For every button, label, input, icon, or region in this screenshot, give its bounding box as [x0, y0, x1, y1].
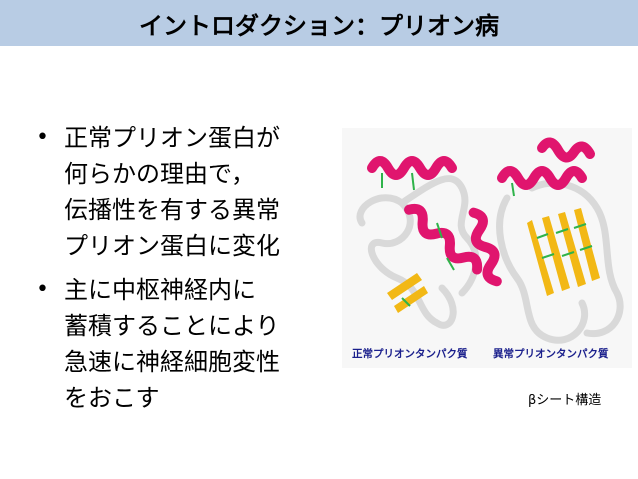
bullet-2-line-3: 急速に神経細胞変性 — [64, 348, 280, 376]
bullet-item-2: • 主に中枢神経内に 蓄積することにより 急速に神経細胞変性 をおこす — [36, 272, 336, 416]
bullet-item-1: • 正常プリオン蛋白が 何らかの理由で， 伝播性を有する異常 プリオン蛋白に変化 — [36, 120, 336, 264]
bullet-marker: • — [36, 125, 49, 150]
abnormal-helix-2 — [537, 137, 595, 163]
normal-helix-1 — [367, 156, 457, 180]
bullet-2-line-2: 蓄積することにより — [64, 312, 280, 340]
caption-abnormal-prion: 異常プリオンタンパク質 — [493, 348, 609, 360]
abnormal-prion-structure — [496, 137, 624, 344]
slide-title: イントロダクション：プリオン病 — [139, 11, 499, 40]
caption-normal-prion: 正常プリオンタンパク質 — [352, 348, 468, 360]
prion-structure-figure — [342, 128, 632, 368]
bullet-2-line-4: をおこす — [64, 384, 160, 412]
normal-prion-structure — [356, 156, 502, 329]
bullet-1-line-4: プリオン蛋白に変化 — [64, 232, 280, 260]
bullet-marker: • — [36, 277, 49, 302]
bullet-2-line-1: 主に中枢神経内に — [64, 276, 256, 304]
bullet-1-line-3: 伝播性を有する異常 — [64, 196, 280, 224]
bullet-1-line-1: 正常プリオン蛋白が — [64, 124, 280, 152]
slide-title-bar: イントロダクション：プリオン病 — [0, 0, 638, 46]
beta-sheet-label: βシート構造 — [528, 393, 602, 408]
bullet-list: • 正常プリオン蛋白が 何らかの理由で， 伝播性を有する異常 プリオン蛋白に変化… — [36, 120, 336, 424]
bullet-1-line-2: 何らかの理由で， — [64, 160, 256, 188]
prion-structure-svg — [356, 137, 624, 344]
